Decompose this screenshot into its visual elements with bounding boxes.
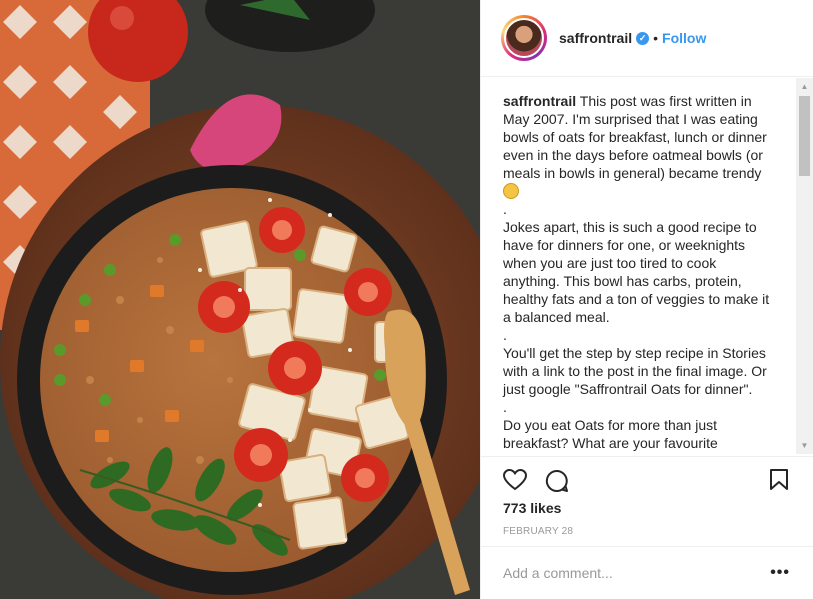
caption-text-continued: . Jokes apart, this is such a good recip… — [503, 201, 770, 454]
username-link[interactable]: saffrontrail — [559, 30, 632, 46]
post-image — [0, 0, 480, 599]
heart-icon[interactable] — [502, 468, 528, 496]
avatar[interactable] — [504, 18, 544, 58]
post-header: saffrontrail ✓ • Follow — [481, 0, 813, 77]
likes-count[interactable]: 773 likes — [503, 500, 561, 516]
post-caption: saffrontrail This post was first written… — [481, 78, 797, 454]
bookmark-icon[interactable] — [770, 469, 788, 496]
post-date[interactable]: FEBRUARY 28 — [503, 526, 573, 537]
scroll-up-arrow-icon[interactable]: ▲ — [796, 78, 813, 95]
separator-dot: • — [653, 30, 659, 46]
caption-scroll-area[interactable]: saffrontrail This post was first written… — [481, 78, 813, 454]
caption-scrollbar[interactable]: ▲ ▼ — [796, 78, 813, 454]
avatar-story-ring[interactable] — [501, 15, 547, 61]
nerd-face-emoji-icon — [503, 183, 519, 199]
post-details-panel: saffrontrail ✓ • Follow saffrontrail Thi… — [480, 0, 813, 599]
caption-username-link[interactable]: saffrontrail — [503, 93, 576, 109]
follow-button[interactable]: Follow — [662, 30, 706, 46]
oats-bowl-photo — [0, 0, 480, 599]
add-comment-input[interactable] — [503, 565, 763, 581]
scroll-down-arrow-icon[interactable]: ▼ — [796, 437, 813, 454]
scrollbar-thumb[interactable] — [799, 96, 810, 176]
comment-bubble-icon[interactable] — [545, 469, 569, 498]
comment-bar: ••• — [481, 546, 813, 599]
check-badge-icon: ✓ — [636, 31, 650, 45]
post-actions — [481, 456, 813, 502]
more-options-icon[interactable]: ••• — [770, 564, 790, 582]
